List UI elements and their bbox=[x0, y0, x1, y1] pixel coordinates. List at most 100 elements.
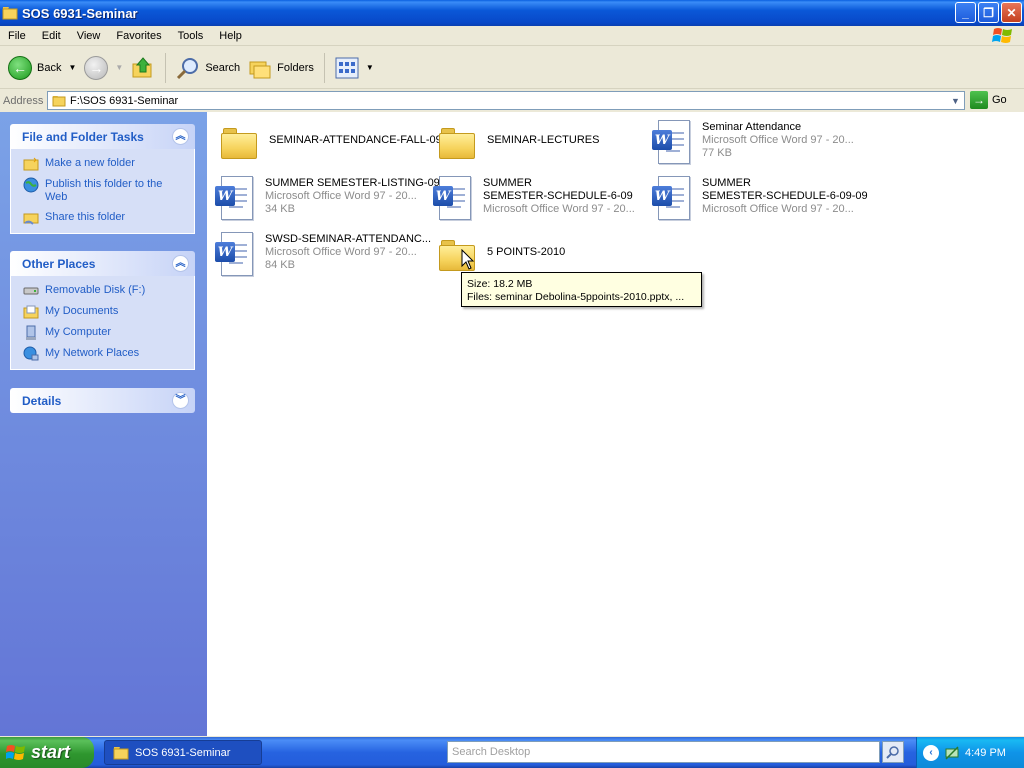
menu-view[interactable]: View bbox=[69, 30, 109, 42]
up-folder-button[interactable] bbox=[127, 51, 159, 85]
folder-icon bbox=[113, 746, 129, 759]
share-folder-icon bbox=[23, 211, 39, 225]
mouse-cursor-icon bbox=[461, 249, 475, 270]
place-my-documents[interactable]: My Documents bbox=[23, 305, 184, 319]
address-bar: Address F:\SOS 6931-Seminar ▼ → Go bbox=[0, 90, 1024, 112]
go-button[interactable]: → Go bbox=[970, 91, 1007, 109]
place-my-computer[interactable]: My Computer bbox=[23, 325, 184, 340]
place-label: Removable Disk (F:) bbox=[45, 284, 146, 296]
clock[interactable]: 4:49 PM bbox=[965, 747, 1006, 759]
views-button[interactable]: ▼ bbox=[331, 51, 378, 85]
folder-icon bbox=[433, 120, 481, 168]
chevron-down-icon[interactable]: ▼ bbox=[68, 63, 76, 72]
collapse-chevron-icon[interactable]: ︽ bbox=[172, 128, 189, 145]
file-item[interactable]: W SWSD-SEMINAR-ATTENDANC... Microsoft Of… bbox=[211, 230, 431, 278]
minimize-button[interactable]: _ bbox=[955, 2, 976, 23]
search-label: Search bbox=[205, 61, 241, 74]
file-name: SUMMER SEMESTER-LISTING-09 bbox=[265, 177, 440, 189]
file-type: Microsoft Office Word 97 - 20... bbox=[265, 190, 417, 202]
forward-button[interactable]: → ▼ bbox=[80, 51, 127, 85]
folder-item[interactable]: SEMINAR-LECTURES bbox=[433, 120, 599, 168]
go-label: Go bbox=[992, 94, 1007, 106]
menu-favorites[interactable]: Favorites bbox=[108, 30, 169, 42]
file-name-line2: SEMESTER-SCHEDULE-6-09-09 bbox=[702, 190, 868, 202]
back-button[interactable]: ← Back ▼ bbox=[4, 51, 80, 85]
file-view[interactable]: SEMINAR-ATTENDANCE-FALL-09 SEMINAR-LECTU… bbox=[207, 112, 1024, 736]
menu-edit[interactable]: Edit bbox=[34, 30, 69, 42]
search-icon bbox=[886, 746, 899, 759]
taskbar-window-label: SOS 6931-Seminar bbox=[135, 746, 231, 759]
folder-item[interactable]: SEMINAR-ATTENDANCE-FALL-09 bbox=[215, 120, 442, 168]
task-label: Share this folder bbox=[45, 211, 126, 223]
panel-title: File and Folder Tasks bbox=[22, 129, 144, 144]
file-item[interactable]: W SUMMER SEMESTER-SCHEDULE-6-09 Microsof… bbox=[429, 174, 635, 222]
search-button[interactable]: Search bbox=[172, 51, 244, 85]
collapse-chevron-icon[interactable]: ︽ bbox=[172, 255, 189, 272]
expand-chevron-icon[interactable]: ︾ bbox=[172, 392, 189, 409]
other-places-panel: Other Places ︽ Removable Disk (F:) My Do… bbox=[10, 251, 195, 370]
place-label: My Computer bbox=[45, 326, 112, 338]
word-document-icon: W bbox=[211, 230, 259, 278]
file-name-line1: SUMMER bbox=[702, 177, 751, 189]
views-icon bbox=[335, 57, 359, 78]
start-button[interactable]: start bbox=[0, 737, 94, 768]
network-icon[interactable] bbox=[944, 745, 960, 761]
address-value: F:\SOS 6931-Seminar bbox=[70, 94, 179, 107]
windows-logo-icon bbox=[992, 28, 1012, 43]
task-pane: File and Folder Tasks ︽ Make a new folde… bbox=[0, 112, 207, 736]
file-name: SWSD-SEMINAR-ATTENDANC... bbox=[265, 233, 432, 245]
my-computer-icon bbox=[23, 325, 39, 340]
place-network-places[interactable]: My Network Places bbox=[23, 346, 184, 361]
file-name-line2: SEMESTER-SCHEDULE-6-09 bbox=[483, 190, 633, 202]
task-publish-web[interactable]: Publish this folder to the Web bbox=[23, 177, 184, 204]
menu-tools[interactable]: Tools bbox=[170, 30, 212, 42]
taskbar: start SOS 6931-Seminar Search Desktop ‹ … bbox=[0, 737, 1024, 768]
maximize-button[interactable]: ❐ bbox=[978, 2, 999, 23]
word-document-icon: W bbox=[648, 118, 696, 166]
new-folder-icon bbox=[23, 157, 39, 171]
menu-file[interactable]: File bbox=[0, 30, 34, 42]
place-label: My Network Places bbox=[45, 347, 140, 359]
search-desktop-button[interactable] bbox=[882, 741, 904, 763]
removable-disk-icon bbox=[23, 284, 39, 298]
taskbar-window-button[interactable]: SOS 6931-Seminar bbox=[104, 740, 262, 765]
show-hidden-icons-chevron-icon[interactable]: ‹ bbox=[923, 744, 939, 761]
panel-header[interactable]: File and Folder Tasks ︽ bbox=[10, 124, 195, 149]
file-type: Microsoft Office Word 97 - 20... bbox=[265, 246, 417, 258]
folders-button[interactable]: Folders bbox=[244, 51, 318, 85]
chevron-down-icon[interactable]: ▼ bbox=[115, 63, 123, 72]
toolbar-separator bbox=[323, 52, 325, 83]
search-icon bbox=[177, 57, 199, 79]
window-title: SOS 6931-Seminar bbox=[22, 5, 138, 21]
folder-icon bbox=[2, 7, 18, 20]
system-tray: ‹ 4:49 PM bbox=[916, 737, 1024, 768]
panel-header[interactable]: Details ︾ bbox=[10, 388, 195, 413]
address-input[interactable]: F:\SOS 6931-Seminar ▼ bbox=[47, 91, 965, 110]
details-panel: Details ︾ bbox=[10, 388, 195, 413]
close-button[interactable]: ✕ bbox=[1001, 2, 1022, 23]
task-share-folder[interactable]: Share this folder bbox=[23, 211, 184, 225]
task-label: Make a new folder bbox=[45, 157, 135, 169]
back-label: Back bbox=[37, 61, 62, 74]
file-name: 5 POINTS-2010 bbox=[487, 246, 566, 258]
network-places-icon bbox=[23, 346, 39, 361]
search-desktop-input[interactable]: Search Desktop bbox=[447, 741, 880, 763]
word-document-icon: W bbox=[429, 174, 477, 222]
file-type: Microsoft Office Word 97 - 20... bbox=[483, 203, 635, 215]
title-bar[interactable]: SOS 6931-Seminar _ ❐ ✕ bbox=[0, 0, 1024, 26]
place-removable-disk[interactable]: Removable Disk (F:) bbox=[23, 284, 184, 298]
panel-header[interactable]: Other Places ︽ bbox=[10, 251, 195, 276]
menu-help[interactable]: Help bbox=[211, 30, 250, 42]
globe-icon bbox=[23, 177, 39, 193]
file-type: Microsoft Office Word 97 - 20... bbox=[702, 203, 854, 215]
task-label: Publish this folder to the Web bbox=[45, 178, 163, 203]
file-item[interactable]: W SUMMER SEMESTER-SCHEDULE-6-09-09 Micro… bbox=[648, 174, 868, 222]
chevron-down-icon[interactable]: ▼ bbox=[948, 93, 963, 108]
file-item[interactable]: W SUMMER SEMESTER-LISTING-09 Microsoft O… bbox=[211, 174, 440, 222]
file-item[interactable]: W Seminar Attendance Microsoft Office Wo… bbox=[648, 118, 854, 166]
folder-icon bbox=[52, 95, 66, 106]
toolbar-separator bbox=[165, 52, 167, 83]
task-make-new-folder[interactable]: Make a new folder bbox=[23, 157, 184, 171]
chevron-down-icon[interactable]: ▼ bbox=[366, 63, 374, 72]
word-document-icon: W bbox=[211, 174, 259, 222]
